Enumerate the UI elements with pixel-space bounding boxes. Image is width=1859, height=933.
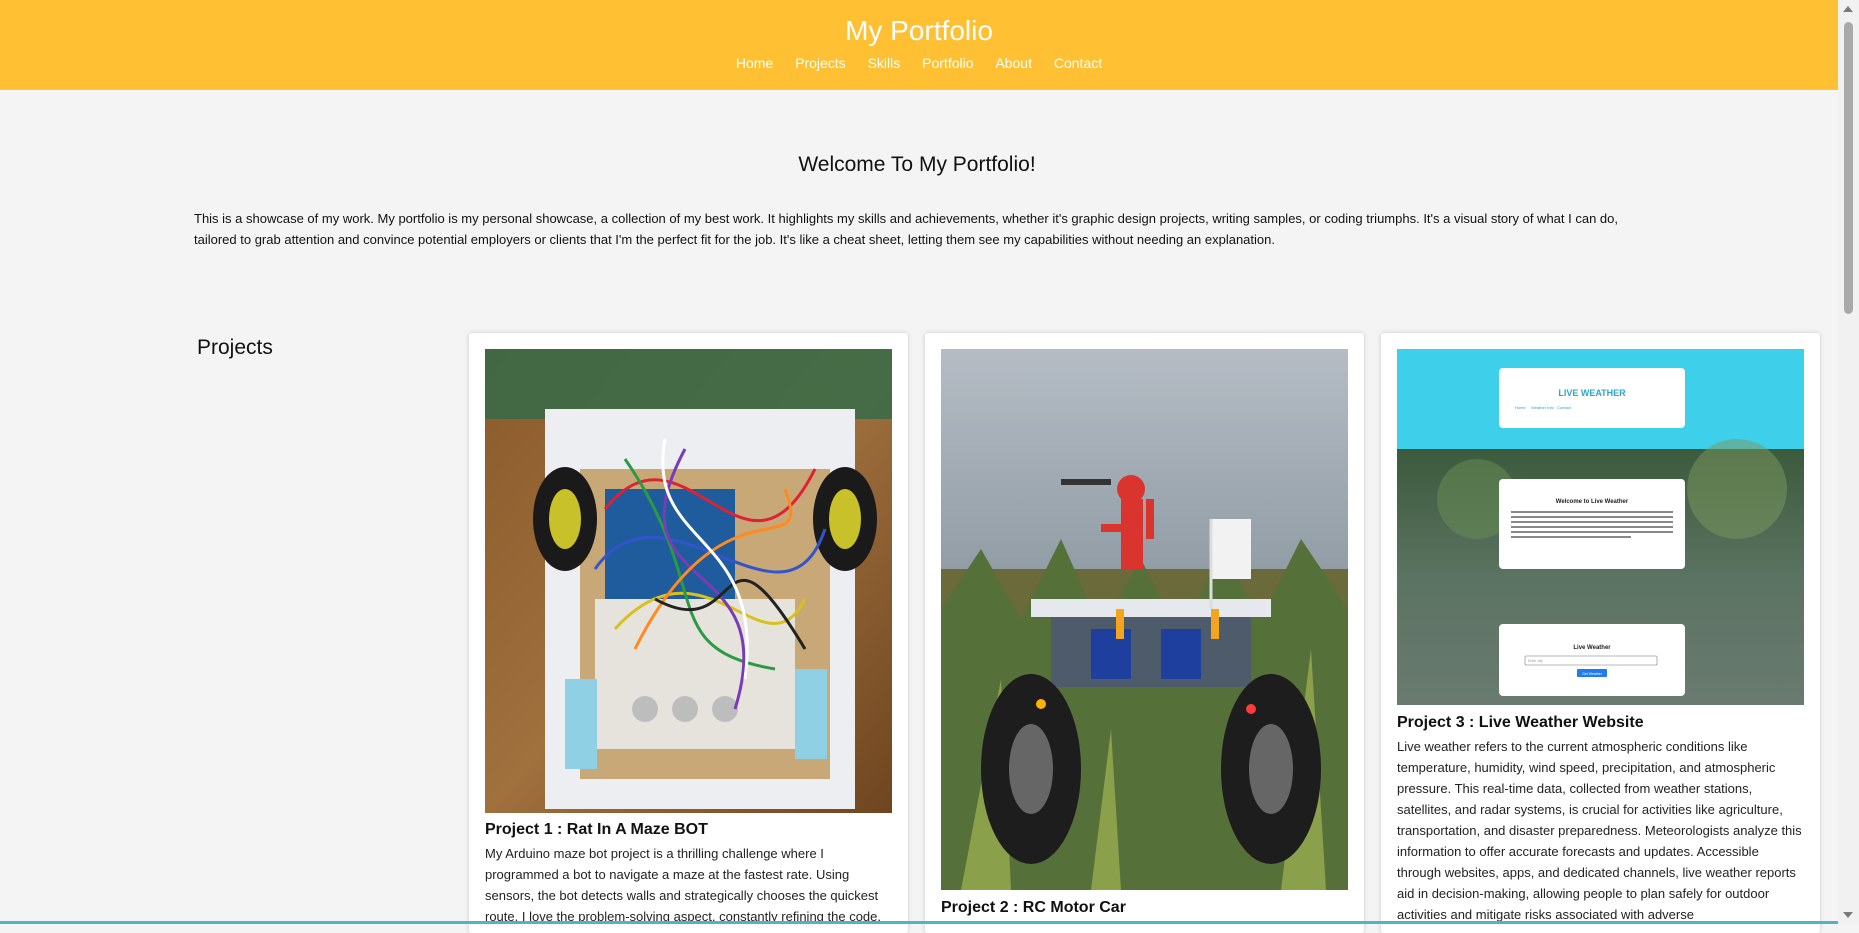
nav-skills[interactable]: Skills [868,55,901,71]
project-card-2: Project 2 : RC Motor Car [925,333,1364,933]
nav-about[interactable]: About [995,55,1032,71]
mock-nav-contact: Contact [1557,405,1572,410]
mock-city-input: Enter city [1528,659,1543,663]
projects-heading: Projects [197,336,273,359]
welcome-heading: Welcome To My Portfolio! [798,153,1036,176]
project-2-title: Project 2 : RC Motor Car [941,899,1126,916]
page-scrollbar[interactable] [1838,0,1859,924]
mock-nav-weather: Weather Info [1531,405,1555,410]
nav-contact[interactable]: Contact [1054,55,1102,71]
project-card-1: Project 1 : Rat In A Maze BOT My Arduino… [469,333,908,933]
scroll-up-arrow-icon[interactable] [1843,6,1853,12]
welcome-intro: This is a showcase of my work. My portfo… [194,211,1618,247]
main-nav: Home Projects Skills Portfolio About Con… [0,54,1838,72]
mock-welcome-heading: Welcome to Live Weather [1556,499,1629,505]
mock-nav-home: Home [1515,405,1526,410]
project-card-3: LIVE WEATHER Home Weather Info Contact W… [1381,333,1820,933]
site-header: My Portfolio Home Projects Skills Portfo… [0,0,1838,90]
site-title: My Portfolio [845,15,993,46]
mock-site-title: LIVE WEATHER [1558,388,1626,398]
project-3-image: LIVE WEATHER Home Weather Info Contact W… [1397,349,1804,705]
project-1-image [485,349,892,813]
project-3-description: Live weather refers to the current atmos… [1397,739,1802,922]
nav-portfolio[interactable]: Portfolio [922,55,973,71]
nav-home[interactable]: Home [736,55,773,71]
project-1-title: Project 1 : Rat In A Maze BOT [485,821,708,838]
project-3-title: Project 3 : Live Weather Website [1397,714,1644,731]
project-1-description: My Arduino maze bot project is a thrilli… [485,846,881,924]
nav-projects[interactable]: Projects [795,55,846,71]
project-2-image [941,349,1348,890]
scroll-down-arrow-icon[interactable] [1843,912,1853,918]
mock-form-heading: Live Weather [1573,645,1611,651]
scrollbar-thumb[interactable] [1844,22,1853,314]
mock-get-weather-button: Get Weather [1582,672,1603,676]
